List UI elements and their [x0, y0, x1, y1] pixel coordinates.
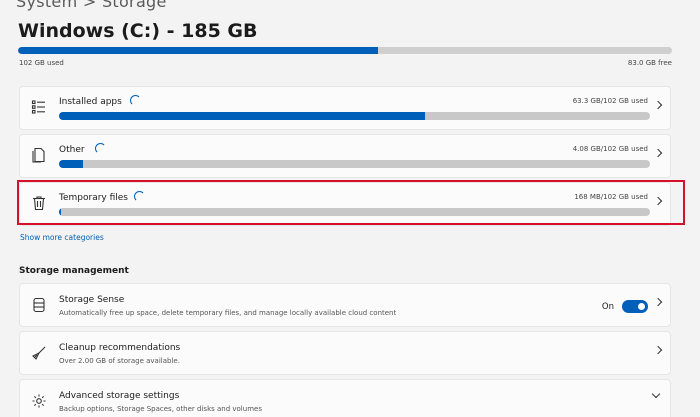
loading-spinner-icon — [95, 143, 106, 154]
category-usage-fill — [59, 160, 83, 168]
chevron-right-icon — [653, 100, 663, 110]
item-description: Automatically free up space, delete temp… — [59, 309, 397, 317]
category-usage-bar — [59, 160, 650, 168]
cleanup-recommendations-item[interactable]: Cleanup recommendations Over 2.00 GB of … — [19, 331, 671, 375]
storage-drive-icon — [31, 297, 47, 313]
item-description: Backup options, Storage Spaces, other di… — [59, 405, 262, 413]
storage-sense-toggle[interactable] — [622, 300, 648, 313]
storage-sense-item[interactable]: Storage Sense Automatically free up spac… — [19, 283, 671, 327]
category-size: 63.3 GB/102 GB used — [572, 97, 648, 105]
item-description: Over 2.00 GB of storage available. — [59, 357, 180, 365]
document-icon — [31, 147, 47, 163]
chevron-right-icon — [653, 297, 663, 307]
category-name: Other — [59, 145, 85, 155]
category-name: Installed apps — [59, 97, 122, 107]
category-installed-apps[interactable]: Installed apps 63.3 GB/102 GB used — [19, 86, 671, 130]
category-size: 4.08 GB/102 GB used — [572, 145, 648, 153]
show-more-categories-link[interactable]: Show more categories — [20, 233, 104, 242]
category-other[interactable]: Other 4.08 GB/102 GB used — [19, 134, 671, 178]
drive-usage-fill — [18, 47, 378, 54]
highlight-annotation — [17, 180, 685, 225]
item-name: Advanced storage settings — [59, 391, 180, 401]
toggle-knob — [638, 303, 645, 310]
category-usage-bar — [59, 112, 650, 120]
category-usage-fill — [59, 112, 426, 120]
list-icon — [31, 99, 47, 115]
item-name: Storage Sense — [59, 295, 125, 305]
chevron-down-icon[interactable] — [651, 389, 661, 399]
item-name: Cleanup recommendations — [59, 343, 181, 353]
breadcrumb: System > Storage — [16, 0, 167, 11]
broom-icon — [31, 345, 47, 361]
chevron-right-icon — [653, 345, 663, 355]
toggle-state-label: On — [601, 302, 614, 312]
storage-management-title: Storage management — [19, 266, 129, 276]
gear-icon — [31, 393, 47, 409]
drive-title: Windows (C:) - 185 GB — [18, 20, 258, 42]
advanced-storage-settings-item[interactable]: Advanced storage settings Backup options… — [19, 379, 671, 417]
chevron-right-icon — [653, 148, 663, 158]
drive-free-label: 83.0 GB free — [627, 59, 672, 67]
drive-usage-bar — [18, 47, 672, 54]
loading-spinner-icon — [130, 95, 141, 106]
drive-used-label: 102 GB used — [19, 59, 64, 67]
